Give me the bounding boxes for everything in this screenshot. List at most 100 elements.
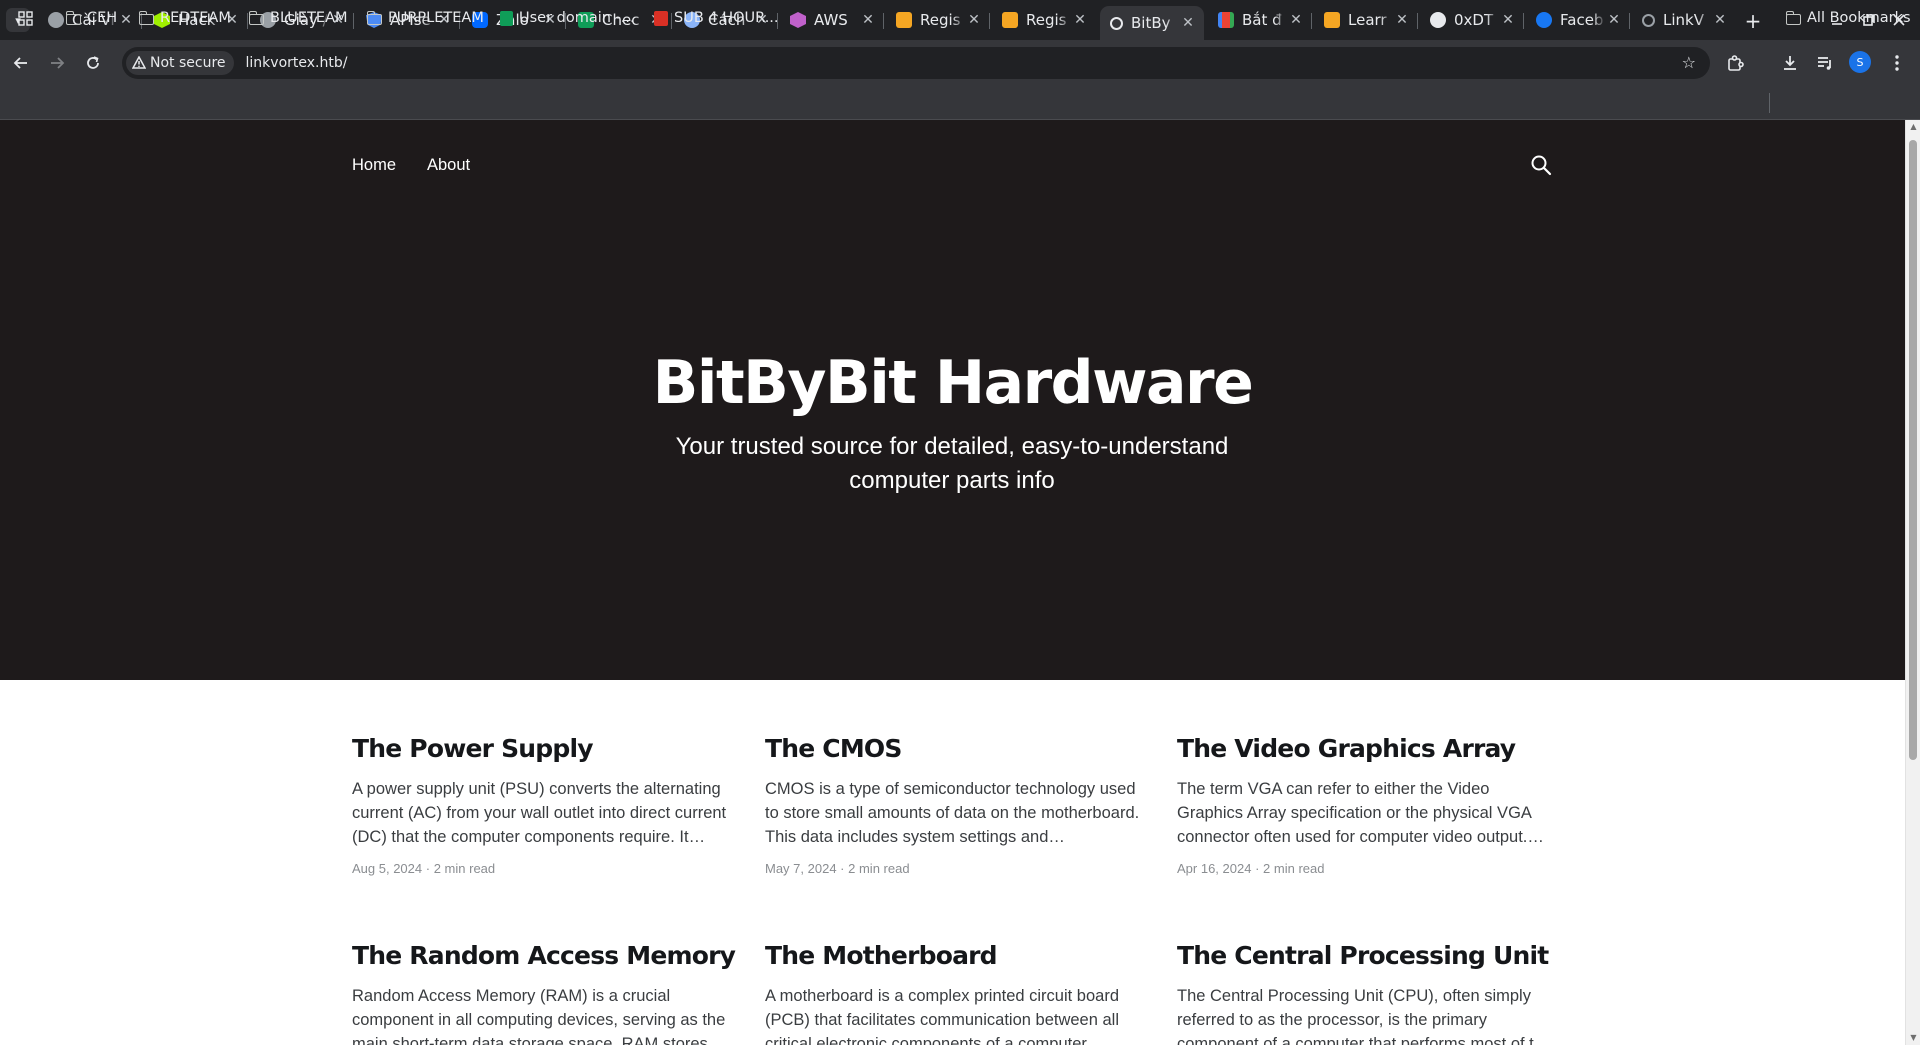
- browser-tab-active[interactable]: BitBy ✕: [1100, 6, 1204, 40]
- browser-tab[interactable]: Regis ✕: [992, 6, 1096, 34]
- close-icon[interactable]: ✕: [1606, 12, 1622, 28]
- close-icon[interactable]: ✕: [860, 12, 876, 28]
- page-scrollbar[interactable]: ▲ ▼: [1905, 120, 1920, 1045]
- back-button[interactable]: [8, 50, 34, 76]
- tab-separator: [1417, 13, 1418, 29]
- tab-separator: [247, 13, 248, 29]
- globe-icon: [1642, 13, 1655, 27]
- post-title[interactable]: The Video Graphics Array: [1177, 734, 1557, 763]
- extensions-button[interactable]: [1723, 50, 1749, 76]
- tab-title: Regis: [1026, 11, 1067, 29]
- scroll-down-icon[interactable]: ▼: [1909, 1033, 1918, 1043]
- bookmark-folder-ceh[interactable]: CEH: [65, 7, 117, 29]
- scrollbar-thumb[interactable]: [1909, 140, 1917, 760]
- post-title[interactable]: The CMOS: [765, 734, 1145, 763]
- tab-title: LinkV: [1663, 11, 1704, 29]
- downloads-button[interactable]: [1777, 50, 1803, 76]
- browser-tab[interactable]: Bắt đ ✕: [1208, 6, 1312, 34]
- bookmark-folder-purpleteam[interactable]: PURPLETEAM: [366, 7, 484, 29]
- site-title: BitByBit Hardware: [652, 348, 1254, 418]
- close-icon[interactable]: ✕: [1288, 12, 1304, 28]
- address-bar[interactable]: Not secure linkvortex.htb/ ☆: [122, 47, 1710, 79]
- close-icon[interactable]: ✕: [118, 12, 134, 28]
- tab-separator: [1523, 13, 1524, 29]
- web-page: Home About BitByBit Hardware Your truste…: [0, 120, 1905, 1045]
- bookmarks-divider: [1769, 93, 1770, 113]
- browser-tab[interactable]: Regis ✕: [886, 6, 990, 34]
- browser-menu-button[interactable]: [1884, 50, 1910, 76]
- tab-title: Learr: [1348, 11, 1387, 29]
- gmail-icon: [1218, 12, 1234, 28]
- close-icon[interactable]: ✕: [966, 12, 982, 28]
- bookmark-favicon-icon: [654, 10, 668, 26]
- tab-title: Bắt đ: [1242, 11, 1282, 29]
- security-chip[interactable]: Not secure: [126, 51, 234, 75]
- bookmark-sub4hour[interactable]: SUB 4 HOUR...: [654, 7, 779, 29]
- close-icon[interactable]: ✕: [1180, 15, 1196, 31]
- browser-tab[interactable]: Learr ✕: [1314, 6, 1418, 34]
- tab-separator: [1311, 13, 1312, 29]
- post-card[interactable]: The Video Graphics Array The term VGA ca…: [1177, 734, 1557, 876]
- post-date: Apr 16, 2024: [1177, 861, 1252, 876]
- apps-button[interactable]: [18, 7, 33, 29]
- folder-icon: [65, 10, 81, 25]
- media-control-button[interactable]: [1812, 50, 1838, 76]
- post-meta: May 7, 2024 · 2 min read: [765, 861, 1145, 876]
- back-arrow-icon: [13, 57, 27, 69]
- site-description: Your trusted source for detailed, easy-t…: [675, 433, 1229, 494]
- tab-favicon: [1002, 12, 1018, 28]
- post-card[interactable]: The CMOS CMOS is a type of semiconductor…: [765, 734, 1145, 876]
- bookmark-folder-blueteam[interactable]: BLUETEAM: [248, 7, 348, 29]
- post-card[interactable]: The Random Access Memory Random Access M…: [352, 941, 736, 1045]
- facebook-icon: [1536, 12, 1552, 28]
- bookmark-star-icon[interactable]: ☆: [1682, 53, 1696, 72]
- scroll-up-icon[interactable]: ▲: [1909, 122, 1918, 132]
- browser-tab[interactable]: Faceb ✕: [1526, 6, 1630, 34]
- url-text[interactable]: linkvortex.htb/: [246, 55, 348, 71]
- profile-avatar[interactable]: S: [1849, 51, 1871, 73]
- forward-button[interactable]: [44, 50, 70, 76]
- meta-separator: ·: [840, 861, 845, 876]
- all-bookmarks-button[interactable]: All Bookmarks: [1785, 7, 1911, 29]
- bookmark-label: PURPLETEAM: [388, 10, 484, 26]
- browser-tab[interactable]: AWS ✕: [780, 6, 884, 34]
- post-title[interactable]: The Power Supply: [352, 734, 732, 763]
- folder-icon: [1785, 10, 1801, 25]
- close-icon[interactable]: ✕: [1712, 12, 1728, 28]
- tab-separator: [989, 13, 990, 29]
- post-card[interactable]: The Central Processing Unit The Central …: [1177, 941, 1557, 1045]
- warning-icon: [132, 56, 146, 69]
- forward-arrow-icon: [51, 57, 65, 69]
- post-read-time: 2 min read: [848, 861, 910, 876]
- tab-favicon: [896, 12, 912, 28]
- nav-about-link[interactable]: About: [427, 156, 470, 175]
- bookmark-folder-redteam[interactable]: REDTEAM: [138, 7, 231, 29]
- site-search-button[interactable]: [1530, 154, 1552, 176]
- post-title[interactable]: The Motherboard: [765, 941, 1145, 970]
- tab-favicon: [48, 12, 64, 28]
- post-date: May 7, 2024: [765, 861, 837, 876]
- browser-tab[interactable]: LinkV ✕: [1632, 6, 1736, 34]
- close-icon[interactable]: ✕: [1072, 12, 1088, 28]
- meta-separator: ·: [1255, 861, 1260, 876]
- tab-title: Faceb: [1560, 11, 1604, 29]
- post-card[interactable]: The Power Supply A power supply unit (PS…: [352, 734, 732, 876]
- post-title[interactable]: The Random Access Memory: [352, 941, 736, 970]
- reload-button[interactable]: [80, 50, 106, 76]
- bookmark-user-domain[interactable]: User domain -...: [500, 7, 635, 29]
- new-tab-button[interactable]: +: [1740, 8, 1766, 34]
- tab-separator: [883, 13, 884, 29]
- post-title[interactable]: The Central Processing Unit: [1177, 941, 1557, 970]
- puzzle-icon: [1728, 55, 1744, 71]
- tab-favicon: [790, 12, 806, 28]
- more-vert-icon: [1895, 55, 1899, 71]
- bookmark-label: User domain -...: [519, 10, 635, 26]
- post-excerpt: CMOS is a type of semiconductor technolo…: [765, 780, 1140, 846]
- post-read-time: 2 min read: [1263, 861, 1325, 876]
- security-label: Not secure: [150, 55, 226, 71]
- post-card[interactable]: The Motherboard A motherboard is a compl…: [765, 941, 1145, 1045]
- close-icon[interactable]: ✕: [1394, 12, 1410, 28]
- close-icon[interactable]: ✕: [1500, 12, 1516, 28]
- browser-tab[interactable]: 0xDT ✕: [1420, 6, 1524, 34]
- nav-home-link[interactable]: Home: [352, 156, 396, 175]
